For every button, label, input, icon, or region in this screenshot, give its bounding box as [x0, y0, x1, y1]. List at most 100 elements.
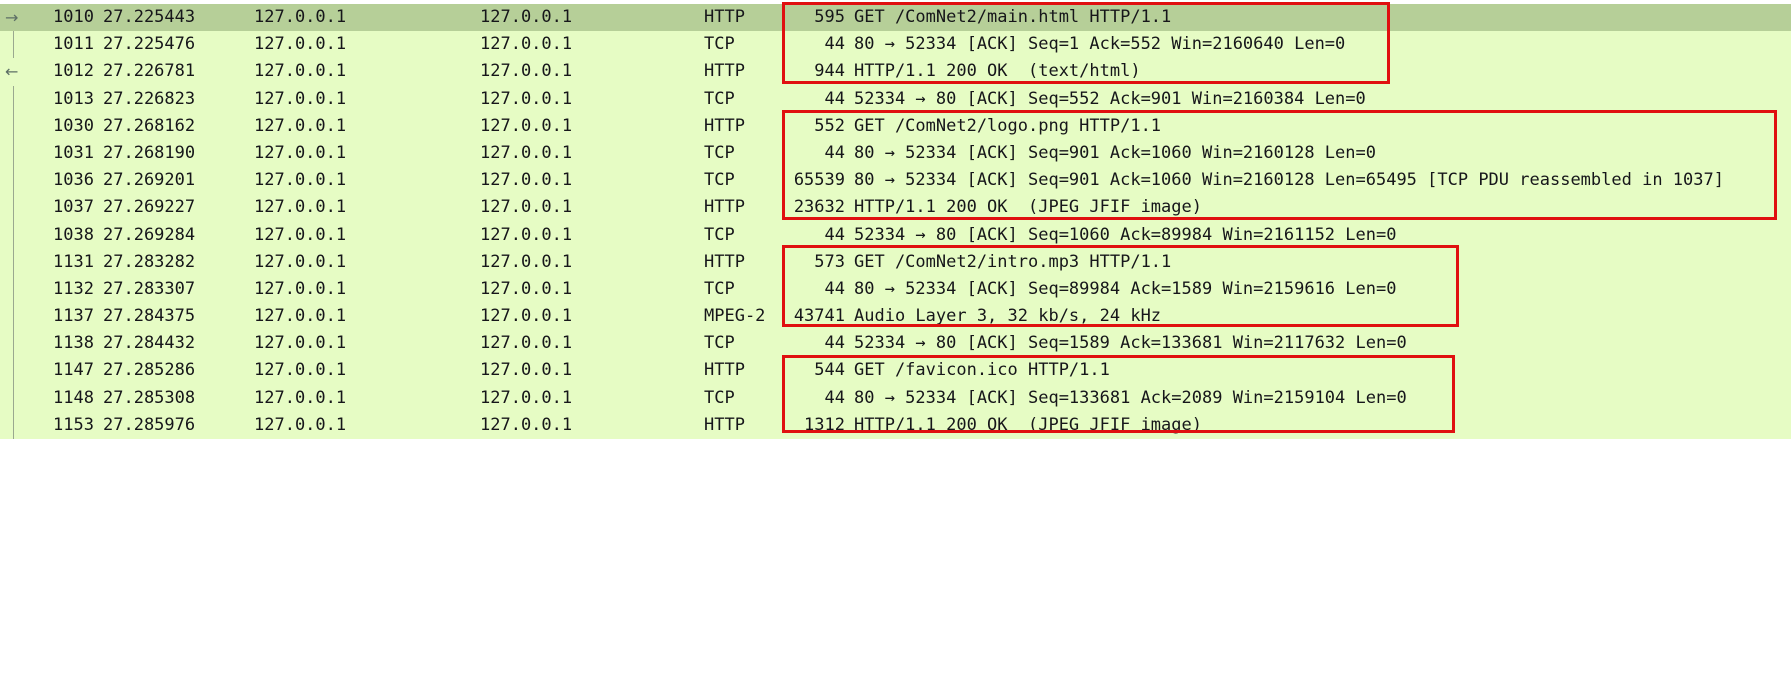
- packet-source: 127.0.0.1: [254, 306, 347, 327]
- packet-row[interactable]: 1036 27.269201 127.0.0.1 127.0.0.1 TCP 6…: [0, 167, 1791, 195]
- packet-info: 80 → 52334 [ACK] Seq=1 Ack=552 Win=21606…: [854, 34, 1346, 55]
- packet-destination: 127.0.0.1: [480, 170, 573, 191]
- packet-source: 127.0.0.1: [254, 414, 347, 435]
- packet-length: 944: [814, 61, 845, 82]
- packet-info: Audio Layer 3, 32 kb/s, 24 kHz: [854, 306, 1162, 327]
- packet-row[interactable]: 1148 27.285308 127.0.0.1 127.0.0.1 TCP 4…: [0, 384, 1791, 412]
- packet-source: 127.0.0.1: [254, 224, 347, 245]
- packet-destination: 127.0.0.1: [480, 278, 573, 299]
- packet-number: 1037: [53, 197, 94, 218]
- packet-length: 1312: [804, 414, 845, 435]
- packet-protocol: HTTP: [704, 7, 745, 27]
- packet-source: 127.0.0.1: [254, 387, 347, 408]
- packet-row[interactable]: ← 1012 27.226781 127.0.0.1 127.0.0.1 HTT…: [0, 58, 1791, 86]
- packet-source: 127.0.0.1: [254, 170, 347, 191]
- packet-row[interactable]: 1013 27.226823 127.0.0.1 127.0.0.1 TCP 4…: [0, 85, 1791, 113]
- packet-destination: 127.0.0.1: [480, 360, 573, 381]
- packet-protocol: TCP: [704, 278, 735, 299]
- packet-protocol: HTTP: [704, 360, 745, 381]
- packet-destination: 127.0.0.1: [480, 34, 573, 55]
- packet-number: 1011: [53, 34, 94, 55]
- packet-length: 44: [824, 88, 845, 109]
- packet-time: 27.285286: [103, 360, 196, 381]
- packet-row[interactable]: 1132 27.283307 127.0.0.1 127.0.0.1 TCP 4…: [0, 275, 1791, 304]
- packet-destination: 127.0.0.1: [480, 387, 573, 408]
- packet-length: 44: [824, 387, 845, 408]
- packet-protocol: TCP: [704, 88, 735, 109]
- packet-source: 127.0.0.1: [254, 142, 347, 163]
- packet-row[interactable]: 1147 27.285286 127.0.0.1 127.0.0.1 HTTP …: [0, 357, 1791, 385]
- packet-row[interactable]: 1037 27.269227 127.0.0.1 127.0.0.1 HTTP …: [0, 194, 1791, 222]
- packet-source: 127.0.0.1: [254, 115, 347, 136]
- packet-time: 27.283282: [103, 251, 196, 272]
- packet-row[interactable]: 1030 27.268162 127.0.0.1 127.0.0.1 HTTP …: [0, 112, 1791, 140]
- packet-destination: 127.0.0.1: [480, 7, 573, 27]
- packet-length: 552: [814, 115, 845, 136]
- packet-destination: 127.0.0.1: [480, 142, 573, 163]
- packet-info: 80 → 52334 [ACK] Seq=133681 Ack=2089 Win…: [854, 387, 1407, 408]
- packet-length: 23632: [793, 197, 845, 218]
- packet-protocol: HTTP: [704, 414, 745, 435]
- packet-row[interactable]: 1137 27.284375 127.0.0.1 127.0.0.1 MPEG-…: [0, 303, 1791, 331]
- packet-destination: 127.0.0.1: [480, 414, 573, 435]
- packet-destination: 127.0.0.1: [480, 306, 573, 327]
- packet-destination: 127.0.0.1: [480, 224, 573, 245]
- packet-destination: 127.0.0.1: [480, 61, 573, 82]
- packet-protocol: HTTP: [704, 251, 745, 272]
- packet-protocol: TCP: [704, 387, 735, 408]
- packet-number: 1131: [53, 251, 94, 272]
- packet-number: 1132: [53, 278, 94, 299]
- packet-length: 44: [824, 142, 845, 163]
- packet-length: 44: [824, 34, 845, 55]
- packet-row[interactable]: 1038 27.269284 127.0.0.1 127.0.0.1 TCP 4…: [0, 221, 1791, 249]
- packet-source: 127.0.0.1: [254, 7, 347, 27]
- packet-info: 52334 → 80 [ACK] Seq=1589 Ack=133681 Win…: [854, 333, 1407, 354]
- packet-row-selected[interactable]: → 1010 27.225443 127.0.0.1 127.0.0.1 HTT…: [0, 4, 1791, 32]
- packet-source: 127.0.0.1: [254, 88, 347, 109]
- packet-number: 1138: [53, 333, 94, 354]
- packet-protocol: TCP: [704, 333, 735, 354]
- packet-length: 44: [824, 278, 845, 299]
- packet-time: 27.283307: [103, 278, 196, 299]
- packet-protocol: HTTP: [704, 61, 745, 82]
- packet-length: 65539: [793, 170, 845, 191]
- packet-number: 1036: [53, 170, 94, 191]
- packet-list: → 1010 27.225443 127.0.0.1 127.0.0.1 HTT…: [0, 4, 1791, 439]
- packet-info: 80 → 52334 [ACK] Seq=89984 Ack=1589 Win=…: [854, 278, 1397, 299]
- packet-length: 544: [814, 360, 845, 381]
- packet-time: 27.284432: [103, 333, 196, 354]
- packet-row[interactable]: 1153 27.285976 127.0.0.1 127.0.0.1 HTTP …: [0, 411, 1791, 439]
- packet-length: 573: [814, 251, 845, 272]
- packet-length: 44: [824, 224, 845, 245]
- packet-number: 1147: [53, 360, 94, 381]
- packet-number: 1030: [53, 115, 94, 136]
- packet-row[interactable]: 1011 27.225476 127.0.0.1 127.0.0.1 TCP 4…: [0, 31, 1791, 59]
- packet-number: 1038: [53, 224, 94, 245]
- packet-source: 127.0.0.1: [254, 34, 347, 55]
- packet-info: GET /ComNet2/main.html HTTP/1.1: [854, 7, 1172, 27]
- packet-number: 1010: [53, 7, 94, 27]
- packet-number: 1031: [53, 142, 94, 163]
- packet-number: 1013: [53, 88, 94, 109]
- packet-time: 27.268190: [103, 142, 196, 163]
- packet-info: HTTP/1.1 200 OK (JPEG JFIF image): [854, 414, 1202, 435]
- packet-time: 27.268162: [103, 115, 196, 136]
- packet-source: 127.0.0.1: [254, 251, 347, 272]
- packet-source: 127.0.0.1: [254, 61, 347, 82]
- packet-time: 27.225476: [103, 34, 196, 55]
- packet-source: 127.0.0.1: [254, 197, 347, 218]
- packet-row[interactable]: 1031 27.268190 127.0.0.1 127.0.0.1 TCP 4…: [0, 139, 1791, 168]
- packet-info: 52334 → 80 [ACK] Seq=552 Ack=901 Win=216…: [854, 88, 1366, 109]
- packet-time: 27.269201: [103, 170, 196, 191]
- packet-info: 80 → 52334 [ACK] Seq=901 Ack=1060 Win=21…: [854, 170, 1724, 191]
- packet-destination: 127.0.0.1: [480, 197, 573, 218]
- packet-time: 27.225443: [103, 7, 196, 27]
- packet-source: 127.0.0.1: [254, 360, 347, 381]
- packet-row[interactable]: 1131 27.283282 127.0.0.1 127.0.0.1 HTTP …: [0, 248, 1791, 276]
- packet-row[interactable]: 1138 27.284432 127.0.0.1 127.0.0.1 TCP 4…: [0, 330, 1791, 358]
- packet-source: 127.0.0.1: [254, 278, 347, 299]
- packet-info: GET /ComNet2/intro.mp3 HTTP/1.1: [854, 251, 1172, 272]
- packet-info: HTTP/1.1 200 OK (JPEG JFIF image): [854, 197, 1202, 218]
- packet-source: 127.0.0.1: [254, 333, 347, 354]
- packet-info: GET /ComNet2/logo.png HTTP/1.1: [854, 115, 1162, 136]
